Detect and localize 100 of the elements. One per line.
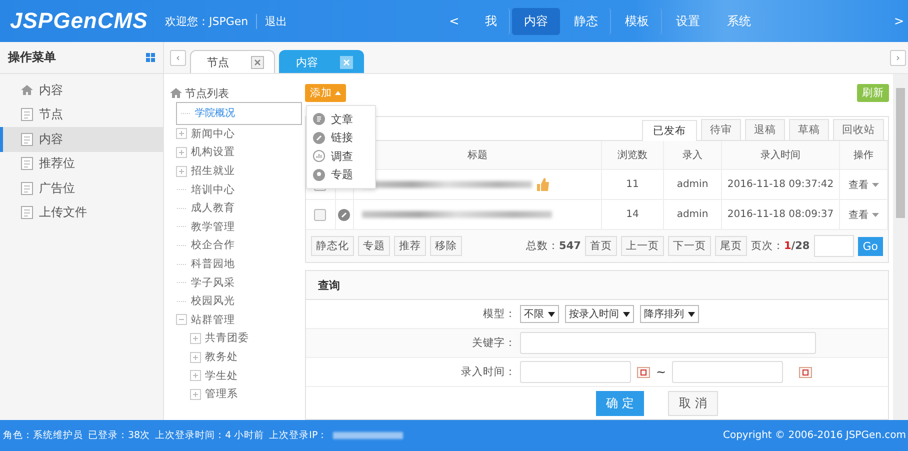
expand-icon[interactable] — [190, 352, 201, 363]
expand-icon[interactable] — [176, 146, 187, 158]
table-cell: admin — [676, 209, 708, 220]
nav-prev-button[interactable]: < — [435, 14, 474, 28]
column-header: 录入 — [682, 150, 702, 161]
sidebar-item[interactable]: 广告位 — [0, 176, 163, 200]
logout-link[interactable]: 退出 — [257, 14, 436, 28]
menu-item[interactable]: 专题 — [313, 166, 375, 184]
sidebar-item[interactable]: 节点 — [0, 102, 163, 127]
cancel-button[interactable]: 取 消 — [668, 391, 718, 416]
tree-root[interactable]: 节点列表 — [185, 86, 229, 100]
table-cell: 2016-11-18 09:37:42 — [727, 179, 834, 190]
expand-icon[interactable] — [190, 388, 201, 400]
column-header: 标题 — [467, 150, 488, 161]
tree-item[interactable]: 科普园地 — [191, 257, 235, 272]
scroll-right-button[interactable]: › — [890, 50, 906, 66]
menu-item[interactable]: 链接 — [313, 128, 375, 147]
go-button[interactable]: Go — [858, 236, 883, 256]
caret-icon — [548, 312, 555, 316]
tree-item[interactable]: 教学管理 — [191, 220, 235, 234]
tree-item[interactable]: 校园风光 — [191, 294, 235, 308]
tree-item[interactable]: 学生处 — [205, 368, 238, 383]
caret-icon — [688, 312, 695, 316]
nav-tab[interactable]: 内容 — [512, 8, 560, 34]
tree-item[interactable]: 成人教育 — [191, 201, 235, 216]
nav-tab[interactable]: 静态 — [562, 8, 612, 34]
nav-tab[interactable]: 模板 — [613, 8, 662, 34]
select-dropdown[interactable]: 不限 — [520, 305, 559, 323]
page-icon — [21, 182, 33, 195]
expand-icon[interactable] — [176, 128, 187, 140]
view-dropdown[interactable]: 查看 — [848, 178, 878, 192]
sidebar-item[interactable]: 上传文件 — [0, 200, 163, 225]
status-tab[interactable]: 已发布 — [642, 120, 697, 141]
nav-tab[interactable]: 我 — [473, 8, 510, 34]
date-input-field[interactable] — [520, 361, 631, 383]
tree-item[interactable]: 共青团委 — [205, 331, 249, 346]
bulk-action-button[interactable]: 移除 — [430, 236, 462, 256]
page-icon — [21, 108, 33, 122]
bulk-action-button[interactable]: 专题 — [358, 236, 390, 256]
table-cell: 11 — [626, 179, 639, 190]
pager-button[interactable]: 下一页 — [668, 236, 711, 256]
calendar-icon[interactable] — [799, 366, 812, 378]
pager-button[interactable]: 上一页 — [620, 236, 664, 256]
keyword-input-field[interactable] — [520, 332, 816, 354]
select-dropdown[interactable]: 按录入时间 — [565, 305, 634, 323]
tree-item[interactable]: 机构设置 — [191, 145, 235, 160]
menu-item[interactable]: 文章 — [313, 110, 375, 128]
tree-item[interactable]: 校企合作 — [191, 238, 235, 252]
confirm-button[interactable]: 确 定 — [596, 391, 644, 416]
sidebar-item[interactable]: 内容 — [0, 127, 163, 152]
tree-item[interactable]: 站群管理 — [191, 312, 235, 327]
sidebar-item[interactable]: 内容 — [0, 78, 163, 102]
select-dropdown[interactable]: 降序排列 — [640, 305, 699, 323]
pager-button[interactable]: 尾页 — [714, 236, 747, 256]
close-icon[interactable] — [340, 56, 353, 68]
status-text: 已登录：38次 — [88, 429, 150, 442]
tree-item[interactable]: 招生就业 — [191, 164, 235, 178]
tree-item[interactable]: 管理系 — [205, 387, 238, 402]
column-header: 浏览数 — [618, 150, 648, 161]
scroll-left-button[interactable]: ‹ — [170, 50, 186, 66]
grid-icon[interactable] — [146, 53, 155, 62]
bulk-action-button[interactable]: 静态化 — [311, 236, 354, 256]
logo: JSPGenCMS — [9, 8, 149, 34]
home-icon — [21, 84, 33, 96]
home-icon — [170, 87, 182, 99]
page-icon — [21, 132, 33, 146]
tree-item[interactable]: 培训中心 — [191, 182, 235, 197]
status-tab[interactable]: 待审 — [701, 119, 741, 140]
sidebar-item[interactable]: 推荐位 — [0, 152, 163, 176]
page-icon — [21, 206, 33, 220]
page-input-field[interactable] — [814, 235, 854, 257]
status-tab[interactable]: 退稿 — [745, 119, 785, 140]
field-label: 关键字： — [471, 336, 517, 350]
close-icon[interactable] — [251, 56, 264, 68]
tree-item[interactable]: 教务处 — [205, 350, 238, 364]
pager-button[interactable]: 首页 — [584, 236, 617, 256]
sidebar-title: 操作菜单 — [8, 49, 56, 66]
tree-item[interactable]: 新闻中心 — [191, 126, 235, 141]
row-checkbox[interactable] — [314, 208, 326, 220]
expand-icon[interactable] — [190, 370, 201, 382]
column-header: 操作 — [854, 150, 874, 161]
tree-item[interactable]: 学子风采 — [191, 276, 235, 290]
expand-icon[interactable] — [190, 332, 201, 344]
tab[interactable]: 节点 — [190, 50, 275, 73]
status-tab[interactable]: 回收站 — [833, 119, 884, 140]
calendar-icon[interactable] — [637, 366, 650, 378]
date-input-field[interactable] — [672, 361, 784, 383]
status-text: 上次登录时间：4 小时前 — [155, 429, 264, 442]
field-label: 录入时间： — [460, 365, 517, 379]
caret-icon — [872, 182, 878, 186]
expand-icon[interactable] — [176, 166, 187, 177]
scrollbar[interactable] — [893, 74, 908, 420]
range-separator: ~ — [656, 365, 666, 379]
nav-next-button[interactable]: > — [890, 14, 908, 28]
status-tab[interactable]: 草稿 — [789, 119, 829, 140]
total-count: 总数：547 — [526, 239, 581, 253]
bulk-action-button[interactable]: 推荐 — [394, 236, 426, 256]
collapse-icon[interactable] — [176, 314, 187, 326]
menu-item[interactable]: 调查 — [313, 147, 375, 166]
view-dropdown[interactable]: 查看 — [848, 208, 878, 222]
